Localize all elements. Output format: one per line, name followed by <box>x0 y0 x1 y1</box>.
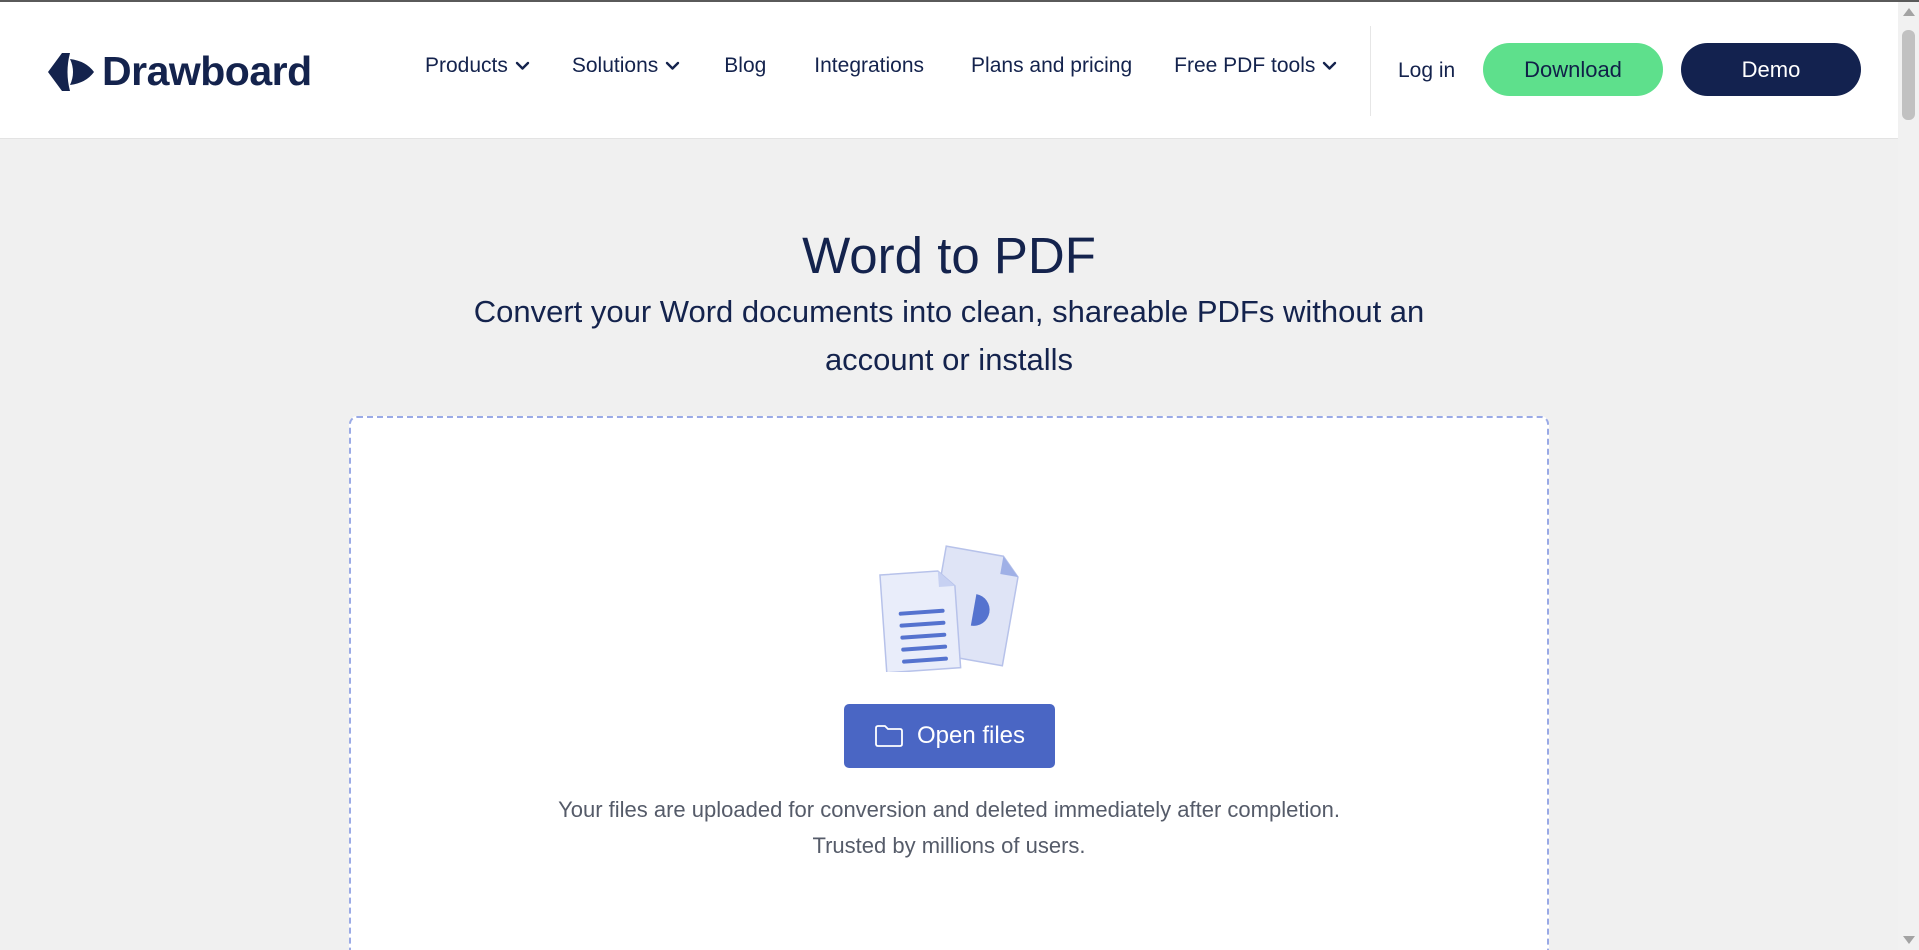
demo-button[interactable]: Demo <box>1681 43 1861 96</box>
nav-products[interactable]: Products <box>425 54 530 78</box>
scroll-down-arrow-icon[interactable] <box>1903 936 1915 944</box>
chevron-down-icon <box>666 61 680 70</box>
folder-icon <box>875 725 903 747</box>
chevron-down-icon <box>1323 61 1337 70</box>
main-nav: Products Solutions Blog Integrations Pla… <box>425 54 1337 78</box>
page-subtitle: Convert your Word documents into clean, … <box>473 294 1425 377</box>
brand-logo[interactable]: Drawboard <box>46 48 312 95</box>
brand-name: Drawboard <box>102 48 312 94</box>
vertical-scrollbar[interactable] <box>1898 2 1919 950</box>
drawboard-logo-icon <box>48 52 94 91</box>
documents-illustration <box>879 545 1019 672</box>
nav-free-pdf-tools-label: Free PDF tools <box>1174 54 1316 77</box>
open-files-button[interactable]: Open files <box>844 704 1055 768</box>
scroll-up-arrow-icon[interactable] <box>1903 8 1915 16</box>
site-header: Drawboard Products Solutions Blog Integr… <box>0 2 1898 139</box>
open-files-label: Open files <box>916 722 1026 749</box>
nav-blog[interactable]: Blog <box>724 54 766 78</box>
nav-blog-label: Blog <box>724 54 767 77</box>
chevron-down-icon <box>515 61 530 70</box>
nav-solutions-label: Solutions <box>571 54 659 77</box>
scrollbar-thumb[interactable] <box>1902 30 1915 120</box>
nav-free-pdf-tools[interactable]: Free PDF tools <box>1174 54 1337 78</box>
privacy-note: Your files are uploaded for conversion a… <box>351 792 1547 864</box>
nav-products-label: Products <box>425 54 508 77</box>
download-button[interactable]: Download <box>1483 43 1663 96</box>
nav-integrations[interactable]: Integrations <box>814 54 924 78</box>
page: Drawboard Products Solutions Blog Integr… <box>0 0 1919 950</box>
nav-solutions[interactable]: Solutions <box>572 54 680 78</box>
page-title: Word to PDF <box>802 227 1096 284</box>
nav-divider <box>1370 26 1371 116</box>
nav-integrations-label: Integrations <box>814 54 925 77</box>
nav-plans-label: Plans and pricing <box>971 54 1133 77</box>
nav-plans-and-pricing[interactable]: Plans and pricing <box>971 54 1132 78</box>
login-link[interactable]: Log in <box>1398 59 1455 83</box>
privacy-note-line-2: Trusted by millions of users. <box>812 833 1086 858</box>
file-dropzone[interactable]: Open files Your files are uploaded for c… <box>349 416 1549 950</box>
privacy-note-line-1: Your files are uploaded for conversion a… <box>558 797 1340 822</box>
